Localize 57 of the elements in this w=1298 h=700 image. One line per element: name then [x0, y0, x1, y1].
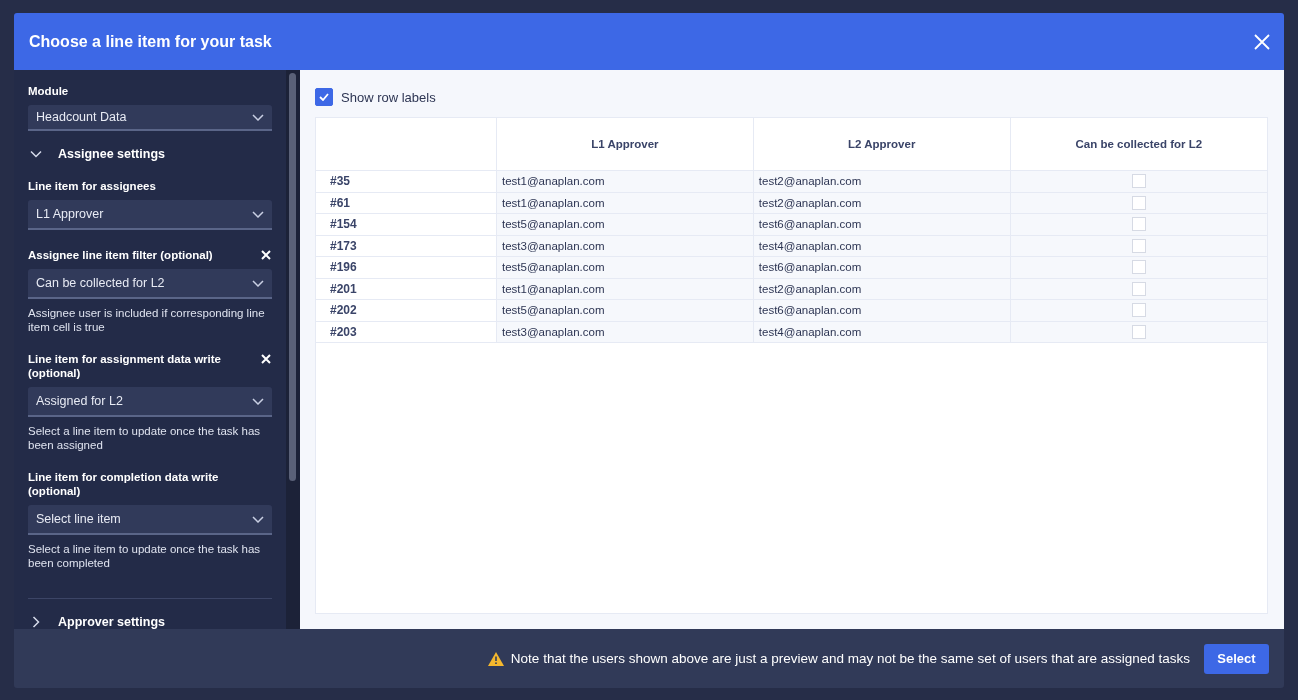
row-label: #203	[330, 324, 357, 339]
table-cell: test1@anaplan.com	[502, 196, 605, 209]
table-cell: test4@anaplan.com	[758, 239, 862, 252]
line-item-dropdown[interactable]: Can be collected for L2	[28, 269, 272, 300]
line-item-dropdown[interactable]: Select line item	[28, 505, 272, 536]
table-cell: test5@anaplan.com	[502, 304, 605, 317]
row-label: #61	[330, 195, 351, 210]
field-label: Line item for completion data write (optional)	[28, 470, 220, 499]
table-cell: test2@anaplan.com	[758, 282, 862, 295]
table-cell: test5@anaplan.com	[502, 218, 605, 231]
table-cell: test2@anaplan.com	[758, 196, 862, 209]
field-hint: Select a line item to update once the task has been assigned	[28, 424, 262, 453]
chevron-down-icon	[252, 515, 264, 523]
module-dropdown[interactable]: Headcount Data	[28, 105, 272, 132]
row-label: #196	[330, 260, 357, 275]
row-label: #202	[330, 303, 357, 318]
column-header: Can be collected for L2	[1075, 138, 1203, 150]
row-label: #154	[330, 217, 357, 232]
dialog-title: Choose a line item for your task	[29, 32, 272, 51]
table-cell: test6@anaplan.com	[758, 218, 862, 231]
field-hint: Select a line item to update once the task has been completed	[28, 542, 262, 571]
field-label: Module	[28, 84, 70, 98]
checkmark-icon	[319, 93, 329, 101]
field-hint: Assignee user is included if corresponding line item cell is true	[28, 306, 266, 335]
table-cell: test1@anaplan.com	[502, 282, 605, 295]
chevron-down-icon	[252, 397, 264, 405]
preview-note: Note that the users shown above are just a preview and may not be the same set of users that are assigned tasks	[510, 651, 1190, 666]
close-button[interactable]	[1254, 33, 1270, 50]
table-cell: test1@anaplan.com	[502, 175, 605, 188]
line-item-dropdown[interactable]: L1 Approver	[28, 200, 272, 231]
select-button[interactable]: Select	[1204, 643, 1269, 674]
scrollbar-thumb[interactable]	[289, 73, 296, 481]
table-cell: test6@anaplan.com	[758, 304, 862, 317]
column-header: L2 Approver	[848, 138, 916, 150]
table-cell: test3@anaplan.com	[502, 239, 605, 252]
row-label: #35	[330, 174, 351, 189]
chevron-down-icon	[252, 210, 264, 218]
section-toggle[interactable]: Approver settings	[28, 615, 272, 629]
checkbox-label: Show row labels	[341, 89, 436, 105]
column-header: L1 Approver	[591, 138, 659, 150]
chevron-down-icon	[252, 113, 264, 121]
chevron-right-icon	[30, 616, 42, 628]
table-cell: test6@anaplan.com	[758, 261, 862, 274]
field-label: Assignee line item filter (optional)	[28, 248, 213, 263]
warning-icon	[487, 651, 504, 666]
section-toggle[interactable]: Assignee settings	[28, 147, 272, 162]
table-cell: test4@anaplan.com	[758, 325, 862, 338]
row-label: #173	[330, 238, 357, 253]
field-label: Line item for assignees	[28, 179, 156, 194]
table-cell: test5@anaplan.com	[502, 261, 605, 274]
checkbox[interactable]	[315, 88, 333, 106]
field-label: Line item for assignment data write (optional)	[28, 352, 222, 381]
row-label: #201	[330, 281, 357, 296]
line-item-dropdown[interactable]: Assigned for L2	[28, 387, 272, 418]
table-cell: test3@anaplan.com	[502, 325, 605, 338]
chevron-down-icon	[252, 279, 264, 287]
table-cell: test2@anaplan.com	[758, 175, 862, 188]
